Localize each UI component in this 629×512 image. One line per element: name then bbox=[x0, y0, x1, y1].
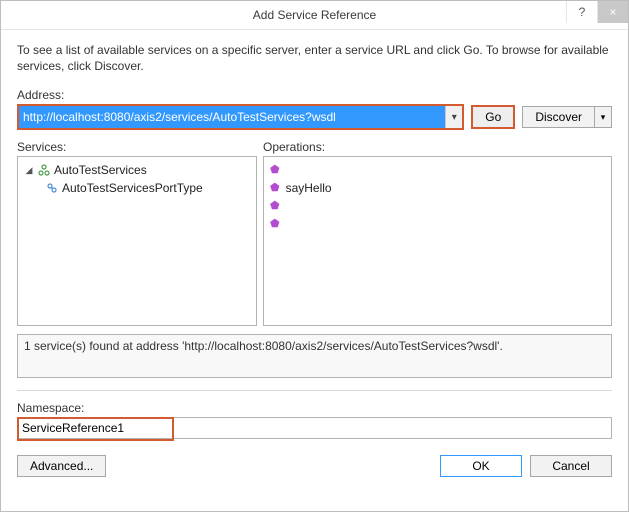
titlebar: Add Service Reference ? × bbox=[1, 1, 628, 30]
list-item[interactable]: ⬟ sayHello bbox=[264, 179, 611, 197]
tree-node-service[interactable]: ◢ AutoTestServices bbox=[18, 161, 256, 179]
go-button[interactable]: Go bbox=[471, 105, 515, 129]
operation-label: sayHello bbox=[286, 181, 332, 195]
operations-column: Operations: ⬟ ⬟ sayHello ⬟ ⬟ bbox=[263, 140, 612, 326]
operation-icon: ⬟ bbox=[270, 219, 280, 230]
help-button[interactable]: ? bbox=[566, 1, 597, 23]
cancel-button[interactable]: Cancel bbox=[530, 455, 612, 477]
address-dropdown-button[interactable]: ▾ bbox=[445, 106, 462, 128]
footer-buttons: Advanced... OK Cancel bbox=[17, 455, 612, 477]
chevron-down-icon: ▾ bbox=[601, 112, 606, 123]
operation-icon: ⬟ bbox=[270, 183, 280, 194]
operations-list[interactable]: ⬟ ⬟ sayHello ⬟ ⬟ bbox=[263, 156, 612, 326]
dialog-body: To see a list of available services on a… bbox=[1, 30, 628, 511]
operations-label: Operations: bbox=[263, 140, 612, 154]
dialog-title: Add Service Reference bbox=[253, 8, 376, 22]
namespace-input[interactable] bbox=[17, 417, 612, 439]
separator bbox=[17, 390, 612, 391]
list-item[interactable]: ⬟ bbox=[264, 215, 611, 233]
porttype-icon bbox=[46, 182, 58, 194]
discover-button[interactable]: Discover bbox=[522, 106, 594, 128]
address-combobox[interactable]: ▾ bbox=[17, 104, 464, 130]
address-label: Address: bbox=[17, 88, 612, 102]
services-tree[interactable]: ◢ AutoTestServices AutoTestServicesPortT… bbox=[17, 156, 257, 326]
advanced-button[interactable]: Advanced... bbox=[17, 455, 106, 477]
namespace-input-wrap bbox=[17, 417, 612, 439]
services-column: Services: ◢ AutoTestServices AutoTestSer bbox=[17, 140, 257, 326]
dialog-add-service-reference: Add Service Reference ? × To see a list … bbox=[0, 0, 629, 512]
operation-icon: ⬟ bbox=[270, 201, 280, 212]
service-icon bbox=[38, 164, 50, 176]
list-item[interactable]: ⬟ bbox=[264, 197, 611, 215]
discover-dropdown[interactable]: ▾ bbox=[594, 106, 612, 128]
list-item[interactable]: ⬟ bbox=[264, 161, 611, 179]
operation-icon: ⬟ bbox=[270, 165, 280, 176]
discover-splitbutton[interactable]: Discover ▾ bbox=[522, 106, 612, 128]
tree-node-porttype[interactable]: AutoTestServicesPortType bbox=[18, 179, 256, 197]
address-input[interactable] bbox=[19, 106, 445, 128]
close-button[interactable]: × bbox=[597, 1, 628, 23]
tree-node-label: AutoTestServicesPortType bbox=[62, 181, 203, 195]
chevron-down-icon: ▾ bbox=[452, 112, 457, 123]
help-icon: ? bbox=[579, 5, 586, 19]
tree-node-label: AutoTestServices bbox=[54, 163, 147, 177]
close-icon: × bbox=[609, 5, 616, 19]
tree-twisty-icon[interactable]: ◢ bbox=[24, 165, 34, 176]
status-text: 1 service(s) found at address 'http://lo… bbox=[24, 339, 503, 353]
services-label: Services: bbox=[17, 140, 257, 154]
ok-button[interactable]: OK bbox=[440, 455, 522, 477]
namespace-label: Namespace: bbox=[17, 401, 612, 415]
status-box: 1 service(s) found at address 'http://lo… bbox=[17, 334, 612, 378]
lists-row: Services: ◢ AutoTestServices AutoTestSer bbox=[17, 140, 612, 326]
address-row: ▾ Go Discover ▾ bbox=[17, 104, 612, 130]
instructions-text: To see a list of available services on a… bbox=[17, 42, 612, 74]
window-controls: ? × bbox=[566, 1, 628, 23]
